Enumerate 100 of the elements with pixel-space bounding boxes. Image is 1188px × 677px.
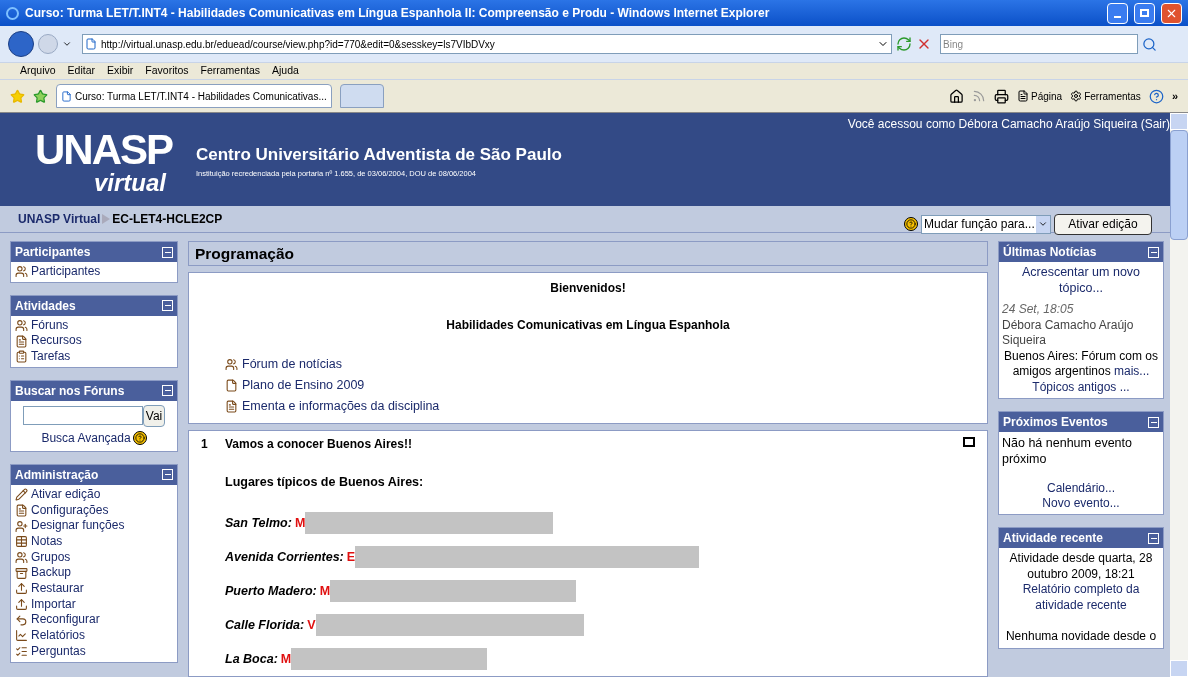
- sidebar-link[interactable]: Configurações: [15, 502, 173, 519]
- help-icon[interactable]: [904, 217, 918, 231]
- sidebar-link[interactable]: Tarefas: [15, 349, 173, 365]
- older-topics-link[interactable]: Tópicos antigos ...: [1002, 379, 1160, 395]
- post-summary: Buenos Aires: Fórum com os amigos argentinos mais...: [1002, 348, 1160, 380]
- gear-icon: [1070, 90, 1083, 102]
- block-title: Participantes: [15, 244, 91, 261]
- search-field[interactable]: [22, 406, 143, 426]
- role-select[interactable]: Mudar função para...: [921, 214, 1051, 234]
- history-dropdown-icon: [62, 39, 72, 49]
- block-title: Próximos Eventos: [1003, 414, 1108, 431]
- collapse-icon[interactable]: [1148, 416, 1159, 428]
- page-icon: [1017, 90, 1030, 102]
- menu-item[interactable]: Ferramentas: [200, 63, 261, 79]
- topic-title: Vamos a conocer Buenos Aires!!: [225, 436, 413, 454]
- logo-text: UNASP: [34, 129, 172, 171]
- add-topic-link[interactable]: Acrescentar um novo tópico...: [1002, 265, 1160, 296]
- collapse-icon[interactable]: [162, 246, 173, 258]
- scroll-thumb[interactable]: [1170, 130, 1188, 240]
- block-title: Atividades: [15, 297, 76, 315]
- topic-number: 1: [201, 436, 209, 454]
- login-info: Você acessou como Débora Camacho Araújo Siqueira (Sair): [847, 116, 1170, 133]
- item-icon: [15, 582, 28, 596]
- sidebar-link[interactable]: Perguntas: [15, 643, 173, 660]
- sidebar-link[interactable]: Fóruns: [15, 317, 173, 334]
- event-link[interactable]: Calendário...: [1002, 481, 1160, 496]
- resource-link[interactable]: Plano de Ensino 2009: [225, 375, 951, 397]
- minimize-icon[interactable]: [1107, 2, 1128, 24]
- page-menu[interactable]: Página: [1017, 88, 1063, 104]
- place-name: La Boca:: [225, 650, 278, 668]
- activity-note: Nenhuma novidade desde o: [1004, 629, 1158, 645]
- menu-item[interactable]: Favoritos: [145, 63, 189, 79]
- report-link[interactable]: Relatório completo da atividade recente: [1001, 582, 1161, 613]
- event-link[interactable]: Novo evento...: [1002, 496, 1160, 511]
- go-button[interactable]: Vai: [142, 404, 166, 427]
- tools-menu[interactable]: Ferramentas: [1070, 88, 1141, 104]
- sidebar-link[interactable]: Recursos: [15, 333, 173, 350]
- item-icon: [15, 645, 28, 659]
- sidebar-link[interactable]: Participantes: [15, 264, 173, 280]
- print-icon: [994, 88, 1010, 104]
- more-link[interactable]: mais...: [1114, 364, 1150, 378]
- resource-link[interactable]: Fórum de notícias: [225, 354, 951, 376]
- maximize-icon[interactable]: [1134, 2, 1155, 24]
- address-field[interactable]: http://virtual.unasp.edu.br/eduead/course/view.php?id=770&edit=0&sesskey=ls7VIbDVxy: [82, 34, 892, 54]
- block-title: Últimas Notícias: [1003, 243, 1097, 261]
- item-icon: [15, 566, 28, 580]
- help-icon[interactable]: [132, 430, 147, 445]
- place-initial: E: [346, 548, 356, 566]
- sidebar-link[interactable]: Backup: [15, 565, 173, 582]
- browser-tab[interactable]: Curso: Turma LET/T.INT4 - Habilidades Comunicativas...: [56, 84, 332, 108]
- sidebar-link[interactable]: Restaurar: [15, 581, 173, 597]
- edit-button[interactable]: Ativar edição: [1054, 213, 1152, 235]
- scrollbar[interactable]: [1170, 113, 1188, 677]
- sidebar-link[interactable]: Reconfigurar: [15, 612, 173, 629]
- place-name: Puerto Madero:: [225, 582, 317, 600]
- collapse-icon[interactable]: [1148, 532, 1159, 544]
- sidebar-link[interactable]: Ativar edição: [15, 486, 173, 503]
- place-name: Avenida Corrientes:: [225, 548, 344, 566]
- sidebar-link[interactable]: Importar: [15, 596, 173, 613]
- breadcrumb-link[interactable]: UNASP Virtual: [18, 210, 101, 228]
- collapse-icon[interactable]: [162, 469, 173, 481]
- institution-name: Centro Universitário Adventista de São Paulo: [196, 144, 562, 166]
- block-title: Atividade recente: [1003, 530, 1104, 547]
- resource-icon: [225, 379, 238, 393]
- url-text: http://virtual.unasp.edu.br/eduead/course/view.php?id=770&edit=0&sesskey=ls7VIbDVxy: [101, 37, 496, 52]
- close-icon[interactable]: [1161, 2, 1182, 24]
- advanced-search-link[interactable]: Busca Avançada: [41, 428, 131, 447]
- search-icon: [1142, 36, 1157, 52]
- sidebar-link[interactable]: Designar funções: [15, 518, 173, 534]
- item-icon: [15, 488, 28, 502]
- block-title: Buscar nos Fóruns: [15, 382, 125, 400]
- collapse-icon[interactable]: [1148, 246, 1159, 258]
- sidebar-link[interactable]: Relatórios: [15, 628, 173, 644]
- item-icon: [15, 550, 28, 564]
- breadcrumb-separator-icon: [102, 214, 111, 224]
- menu-item[interactable]: Editar: [67, 63, 96, 79]
- sidebar-link[interactable]: Grupos: [15, 549, 173, 566]
- checkbox-icon[interactable]: [963, 437, 975, 448]
- logo-subtext: virtual: [93, 171, 166, 195]
- collapse-icon[interactable]: [162, 300, 173, 312]
- window-title: Curso: Turma LET/T.INT4 - Habilidades Comunicativas em Língua Espanhola II: Compreensão e Produ - Windows Internet Explorer: [25, 5, 771, 22]
- post-author: Débora Camacho Araújo Siqueira: [1002, 317, 1135, 349]
- menu-item[interactable]: Arquivo: [20, 63, 56, 79]
- back-icon[interactable]: [8, 31, 34, 57]
- item-icon: [15, 265, 28, 279]
- favorites-star-icon: [10, 88, 25, 104]
- item-icon: [15, 519, 28, 533]
- place-initial: M: [280, 650, 292, 668]
- resource-link[interactable]: Ementa e informações da disciplina: [225, 396, 951, 418]
- search-field[interactable]: Bing: [940, 34, 1138, 54]
- more-commands[interactable]: »: [1171, 87, 1178, 105]
- menu-item[interactable]: Ajuda: [272, 63, 299, 79]
- feeds-icon: [972, 89, 987, 103]
- menu-item[interactable]: Exibir: [107, 63, 134, 79]
- item-icon: [15, 535, 28, 549]
- home-icon: [949, 88, 965, 104]
- item-icon: [15, 613, 28, 627]
- collapse-icon[interactable]: [162, 385, 173, 397]
- sidebar-link[interactable]: Notas: [15, 533, 173, 550]
- refresh-icon: [896, 36, 912, 52]
